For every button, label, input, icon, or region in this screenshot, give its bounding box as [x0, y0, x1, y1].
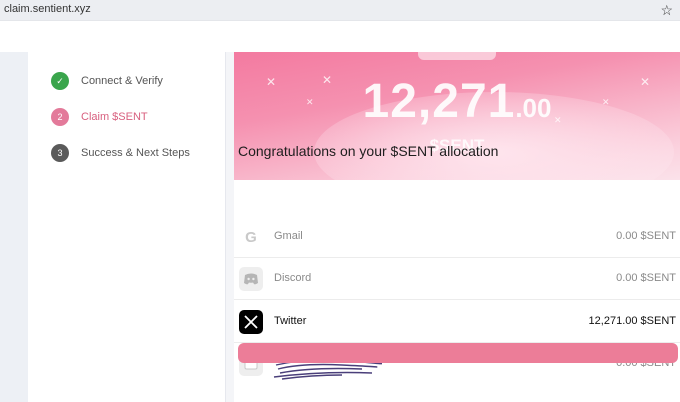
step-label: Claim $SENT	[81, 111, 148, 123]
x-twitter-icon	[239, 310, 263, 334]
discord-icon	[239, 267, 263, 291]
row-value: 0.00 $SENT	[616, 230, 676, 242]
step-number: 2	[51, 108, 69, 126]
address-bar[interactable]: claim.sentient.xyz ☆	[0, 0, 680, 20]
list-item-gmail: G Gmail 0.00 $SENT	[234, 216, 680, 258]
step-label: Connect & Verify	[81, 75, 163, 87]
step-label: Success & Next Steps	[81, 147, 190, 159]
check-icon: ✓	[51, 72, 69, 90]
browser-toolbar	[0, 20, 680, 52]
steps-card	[28, 52, 226, 402]
row-label: Gmail	[274, 230, 303, 242]
svg-text:G: G	[245, 229, 257, 246]
list-item-discord: Discord 0.00 $SENT	[234, 258, 680, 300]
allocation-banner: ✕ ✕ ✕ ✕ ✕ ✕ 12,271.00 $SENT	[234, 52, 680, 180]
google-icon: G	[239, 225, 263, 249]
step-number: 3	[51, 144, 69, 162]
banner-tab	[418, 52, 496, 60]
step-connect-verify[interactable]: ✓ Connect & Verify	[51, 72, 163, 90]
step-claim[interactable]: 2 Claim $SENT	[51, 108, 148, 126]
row-label: Twitter	[274, 315, 307, 327]
row-value: 12,271.00 $SENT	[588, 315, 676, 327]
row-value: 0.00 $SENT	[616, 272, 676, 284]
amount-integer: 12,271	[362, 75, 516, 128]
amount-decimal: .00	[515, 93, 552, 123]
row-label: Discord	[274, 272, 312, 284]
allocation-heading: Congratulations on your $SENT allocation	[238, 143, 499, 159]
step-success[interactable]: 3 Success & Next Steps	[51, 144, 190, 162]
star-icon[interactable]: ☆	[660, 0, 673, 20]
list-item-twitter: Twitter 12,271.00 $SENT	[234, 301, 680, 343]
divider	[226, 52, 234, 402]
claim-button[interactable]	[238, 343, 678, 363]
allocation-amount: 12,271.00	[234, 74, 680, 129]
url-text[interactable]: claim.sentient.xyz	[4, 3, 91, 15]
